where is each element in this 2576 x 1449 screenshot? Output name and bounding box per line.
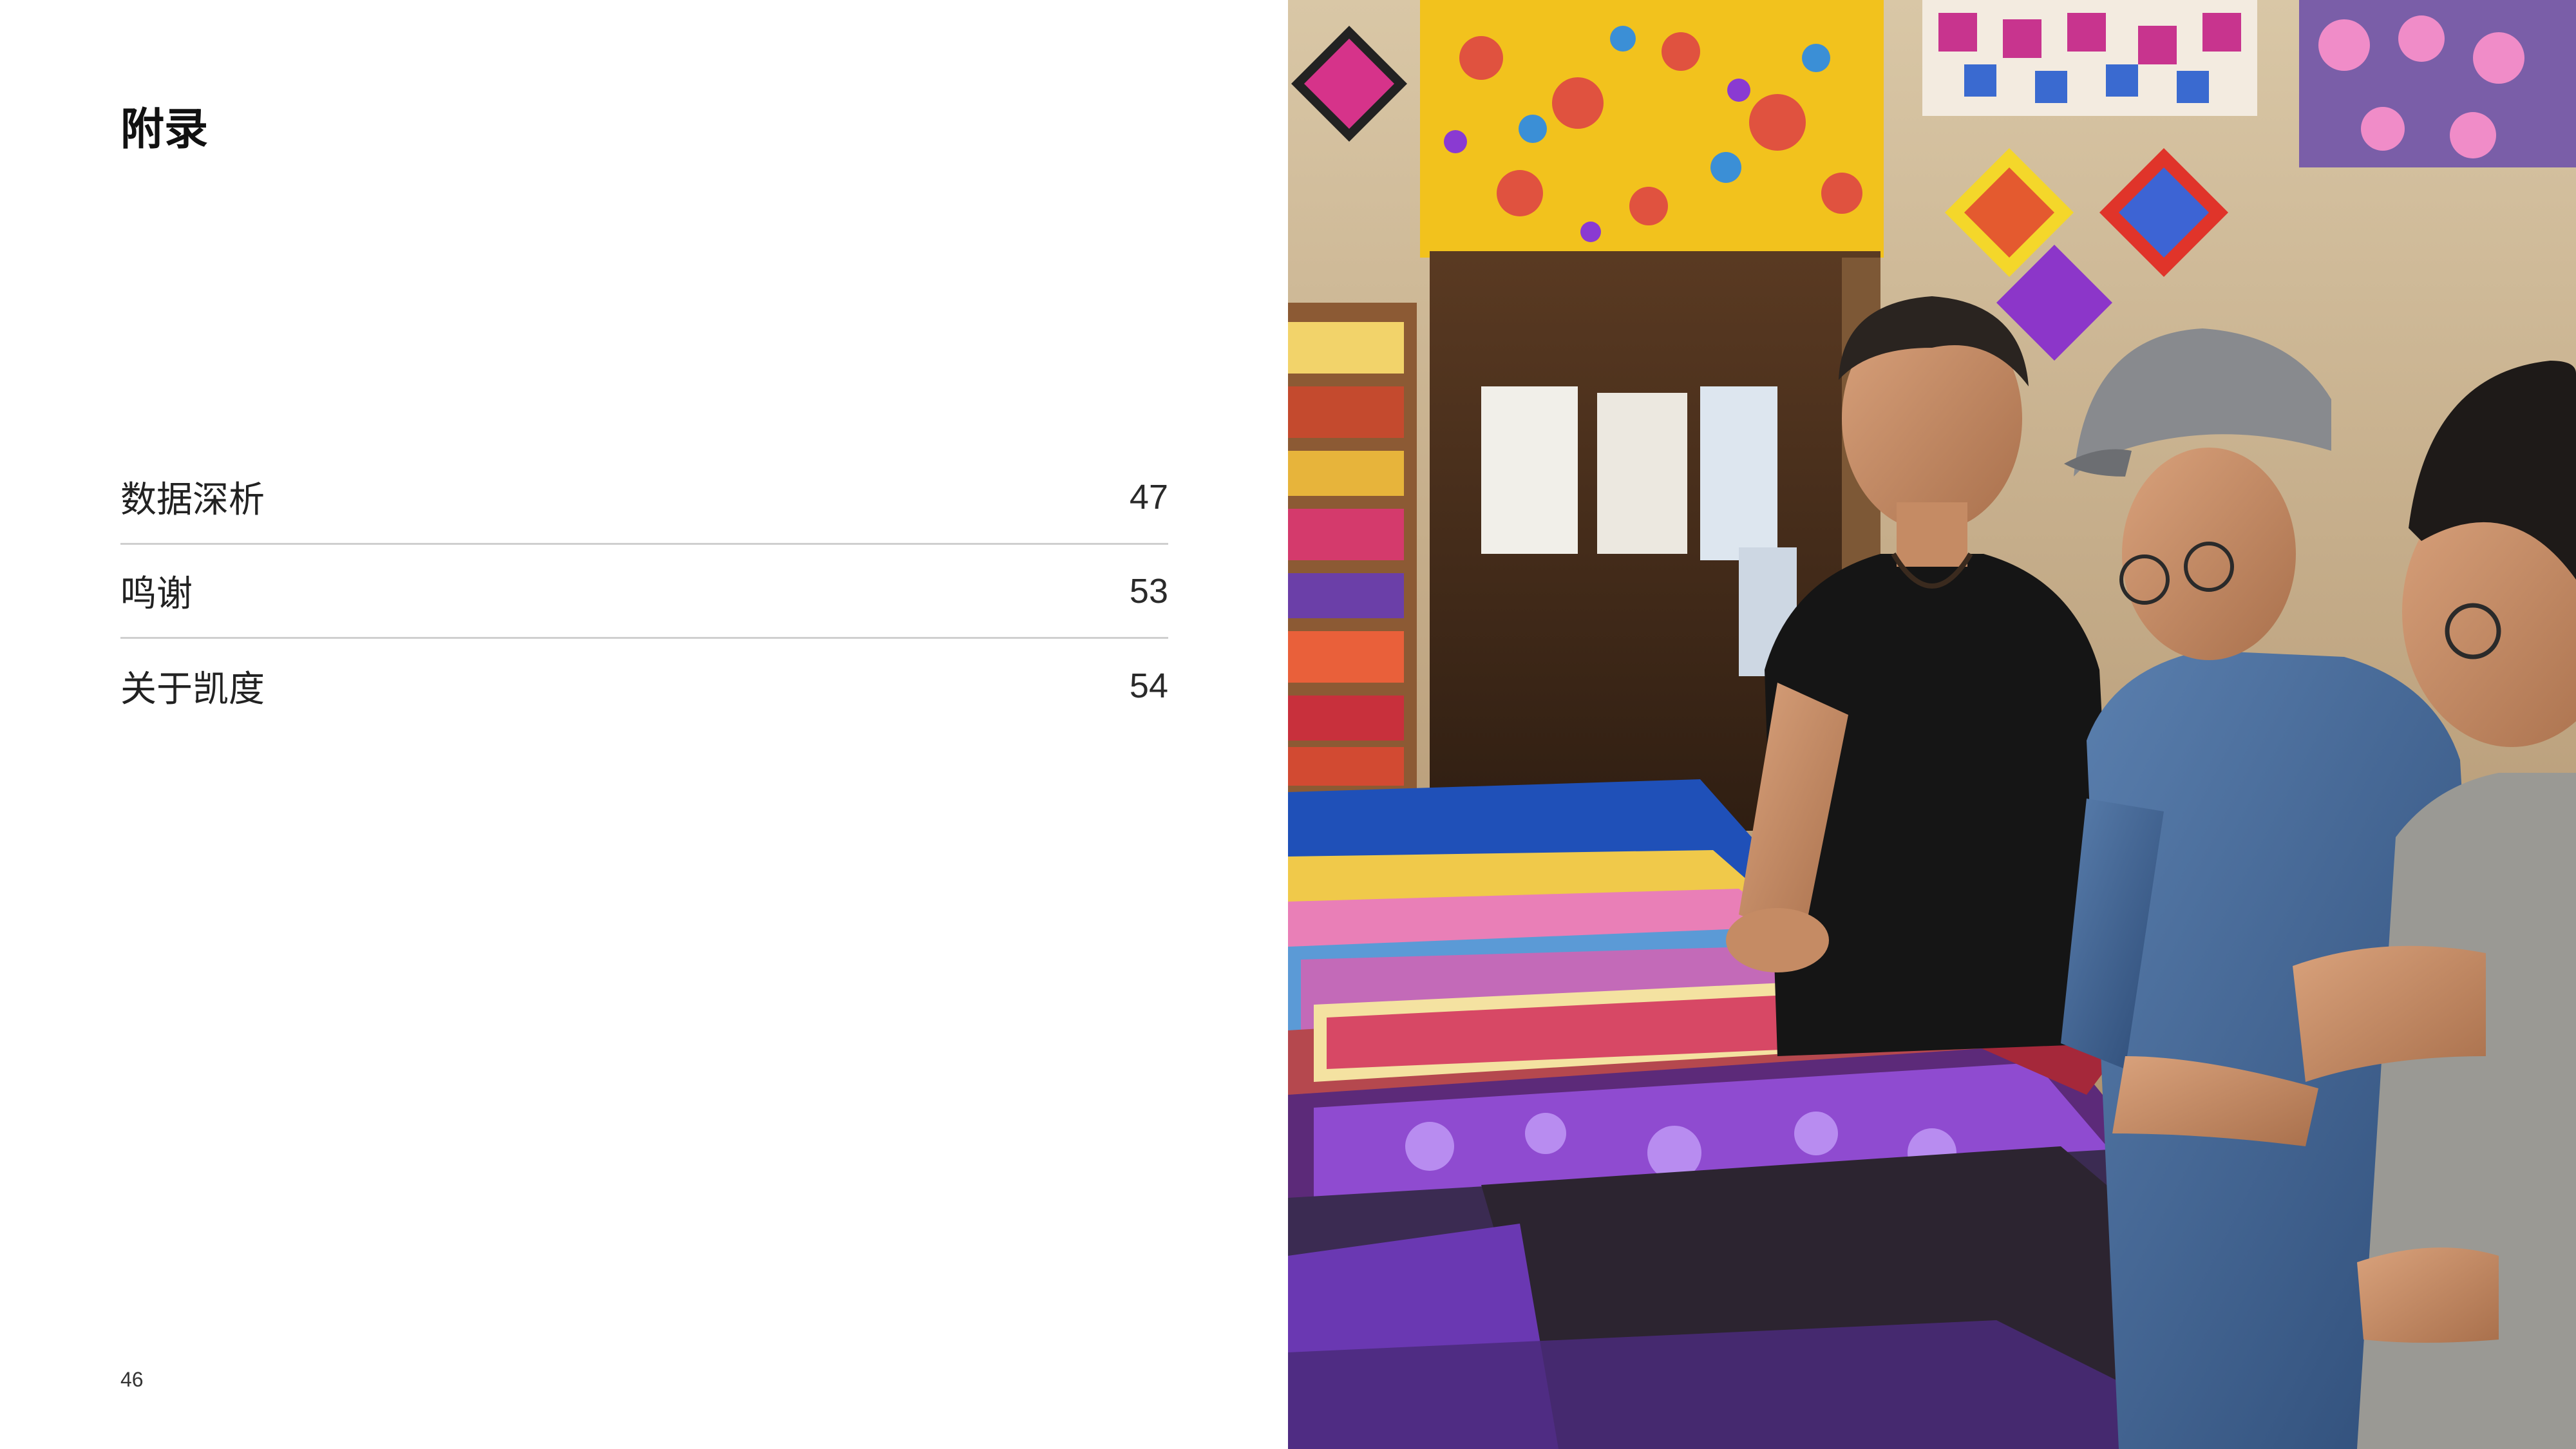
page-title: 附录: [120, 104, 209, 155]
appendix-panel: 附录 数据深析 47 鸣谢 53 关于凯度 54 46: [0, 0, 1288, 1449]
toc-item-page: 53: [1129, 571, 1168, 611]
toc-item-page: 54: [1129, 667, 1168, 705]
toc-item-label: 鸣谢: [120, 573, 193, 615]
toc-item-label: 数据深析: [120, 479, 265, 521]
toc-item-acknowledgements[interactable]: 鸣谢 53: [120, 545, 1168, 639]
textile-market-photo: [1288, 0, 2576, 1449]
photo-illustration: [1288, 0, 2576, 1449]
toc-item-data-insights[interactable]: 数据深析 47: [120, 451, 1168, 545]
toc-item-page: 47: [1129, 477, 1168, 516]
table-of-contents: 数据深析 47 鸣谢 53 关于凯度 54: [120, 451, 1168, 733]
toc-item-label: 关于凯度: [120, 668, 265, 710]
page-number: 46: [120, 1368, 144, 1391]
toc-item-about-kantar[interactable]: 关于凯度 54: [120, 639, 1168, 733]
